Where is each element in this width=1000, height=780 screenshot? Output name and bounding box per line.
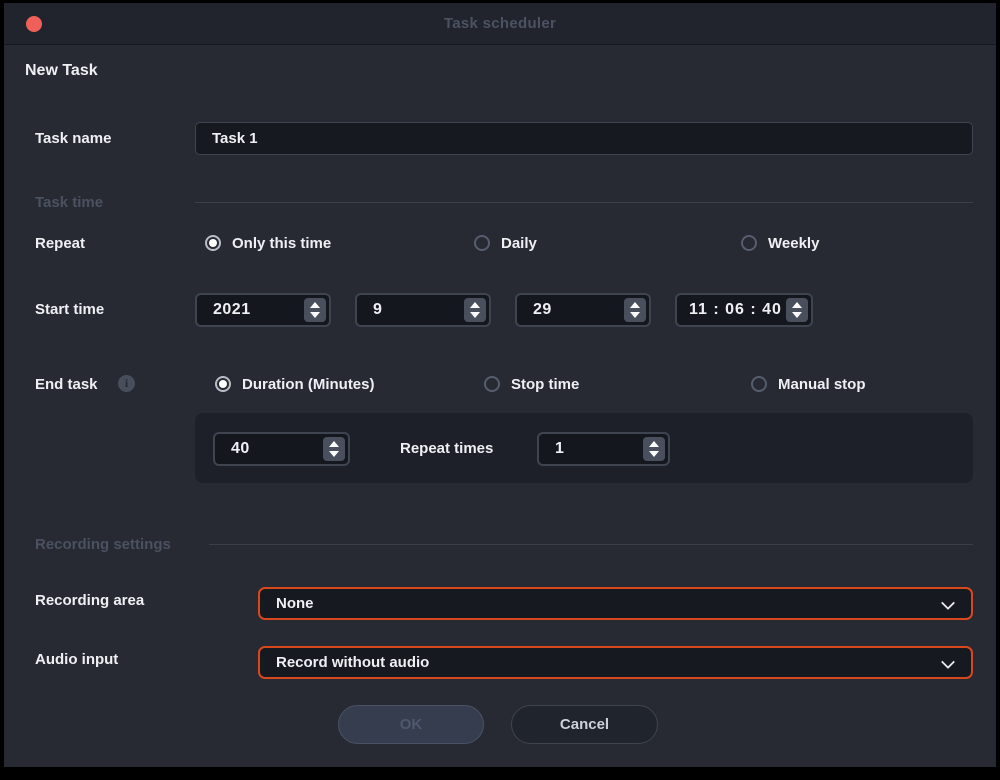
stepper-buttons-icon[interactable] [786,298,808,322]
radio-button-icon [751,376,767,392]
radio-button-icon [215,376,231,392]
duration-panel: 40 Repeat times 1 [195,413,973,483]
dialog-content: New Task Task name Task time Repeat Only… [4,46,996,767]
radio-button-icon [474,235,490,251]
audio-input-dropdown[interactable]: Record without audio [258,646,973,679]
section-divider [195,202,973,203]
radio-only-this-time[interactable]: Only this time [205,233,331,253]
chevron-down-icon [941,596,955,610]
radio-stop-time[interactable]: Stop time [484,374,579,394]
stepper-buttons-icon[interactable] [464,298,486,322]
task-name-label: Task name [35,130,111,147]
ok-button[interactable]: OK [338,705,484,744]
info-icon[interactable]: i [118,375,135,392]
recording-area-label: Recording area [35,592,144,609]
repeat-times-label: Repeat times [400,440,493,457]
section-task-time: Task time [35,194,103,211]
radio-option-label: Daily [501,235,537,252]
day-spinner[interactable]: 29 [515,293,651,327]
repeat-times-spinner[interactable]: 1 [537,432,670,466]
time-spinner[interactable]: 11 : 06 : 40 [675,293,813,327]
window-title: Task scheduler [4,15,996,32]
repeat-times-value: 1 [555,440,564,458]
radio-duration-minutes[interactable]: Duration (Minutes) [215,374,375,394]
stepper-buttons-icon[interactable] [643,437,665,461]
year-value: 2021 [213,301,251,319]
radio-button-icon [741,235,757,251]
radio-option-label: Manual stop [778,376,866,393]
task-scheduler-window: Task scheduler New Task Task name Task t… [4,3,996,767]
chevron-down-icon [941,655,955,669]
radio-option-label: Weekly [768,235,819,252]
title-bar: Task scheduler [4,3,996,45]
cancel-button[interactable]: Cancel [511,705,658,744]
duration-value: 40 [231,440,250,458]
radio-button-icon [205,235,221,251]
repeat-label: Repeat [35,235,85,252]
day-value: 29 [533,301,552,319]
year-spinner[interactable]: 2021 [195,293,331,327]
audio-input-label: Audio input [35,651,118,668]
radio-manual-stop[interactable]: Manual stop [751,374,866,394]
stepper-buttons-icon[interactable] [624,298,646,322]
page-title: New Task [25,62,98,80]
duration-minutes-spinner[interactable]: 40 [213,432,350,466]
radio-daily[interactable]: Daily [474,233,537,253]
stepper-buttons-icon[interactable] [304,298,326,322]
radio-button-icon [484,376,500,392]
task-name-input[interactable] [195,122,973,155]
section-divider [209,544,973,545]
time-value: 11 : 06 : 40 [689,301,782,319]
stepper-buttons-icon[interactable] [323,437,345,461]
audio-input-value: Record without audio [276,654,429,671]
month-spinner[interactable]: 9 [355,293,491,327]
radio-option-label: Stop time [511,376,579,393]
start-time-label: Start time [35,301,104,318]
recording-area-dropdown[interactable]: None [258,587,973,620]
recording-area-value: None [276,595,314,612]
section-recording-settings: Recording settings [35,536,171,553]
end-task-label: End task [35,376,98,393]
radio-option-label: Duration (Minutes) [242,376,375,393]
month-value: 9 [373,301,382,319]
radio-weekly[interactable]: Weekly [741,233,819,253]
radio-option-label: Only this time [232,235,331,252]
